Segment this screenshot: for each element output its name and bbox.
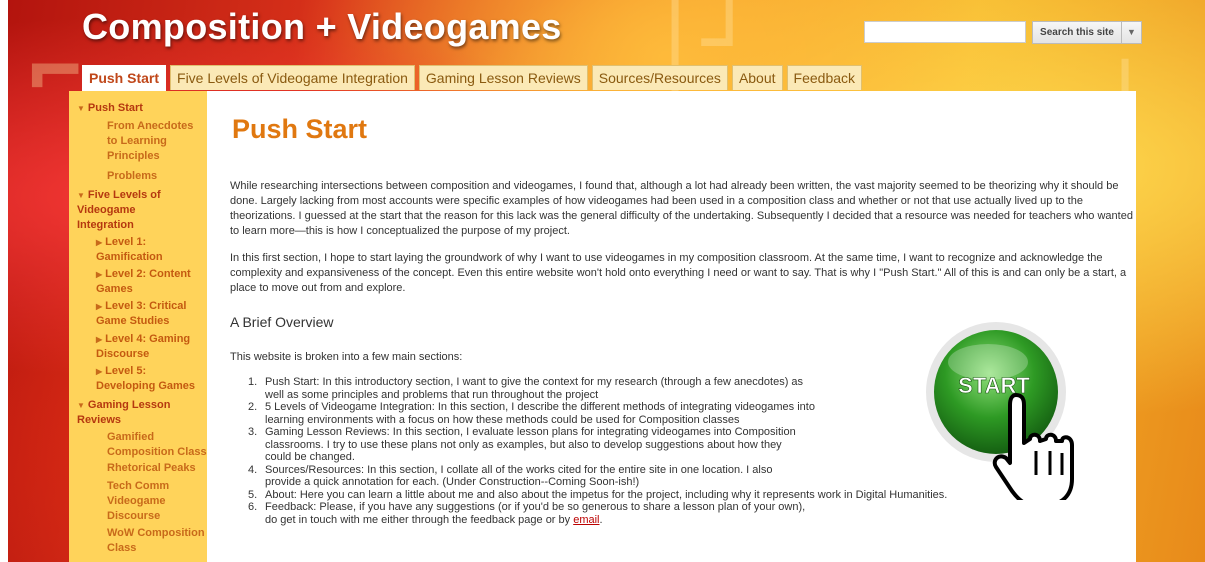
list-item: 2. 5 Levels of Videogame Integration: In … xyxy=(248,401,815,426)
sidebar-item-wow-composition[interactable]: WoW Composition Class xyxy=(107,526,207,556)
collapsed-triangle-icon: ▶ xyxy=(96,302,103,311)
search-options-dropdown[interactable]: ▼ xyxy=(1122,21,1142,44)
tab-feedback[interactable]: Feedback xyxy=(786,65,863,90)
sidebar-item-five-levels[interactable]: ▼ Five Levels of Videogame Integration xyxy=(77,188,169,233)
list-item: 6. Feedback: Please, if you have any sugg… xyxy=(248,501,806,526)
start-button-image: START xyxy=(926,320,1126,507)
sidebar-item-level-1[interactable]: ▶ Level 1: Gamification xyxy=(96,235,196,265)
tab-sources-resources[interactable]: Sources/Resources xyxy=(591,65,728,90)
site-title[interactable]: Composition + Videogames xyxy=(82,6,562,48)
section-heading: A Brief Overview xyxy=(230,314,334,330)
sidebar-item-level-4[interactable]: ▶ Level 4: Gaming Discourse xyxy=(96,332,196,362)
start-button-icon: START xyxy=(926,322,1074,507)
sidebar-item-push-start[interactable]: ▼ Push Start xyxy=(77,101,202,116)
list-item: 3. Gaming Lesson Reviews: In this section… xyxy=(248,426,796,463)
expanded-triangle-icon: ▼ xyxy=(77,191,85,200)
list-item: 5. About: Here you can learn a little abo… xyxy=(248,488,948,501)
page-title: Push Start xyxy=(232,114,368,144)
tab-push-start[interactable]: Push Start xyxy=(82,65,167,92)
collapsed-triangle-icon: ▶ xyxy=(96,367,103,376)
sidebar-item-gamified-composition[interactable]: Gamified Composition Class xyxy=(107,430,207,460)
sidebar-item-tech-comm[interactable]: Tech Comm Videogame Discourse xyxy=(107,479,187,524)
sidebar-item-problems[interactable]: Problems xyxy=(107,169,202,184)
second-paragraph: In this first section, I hope to start l… xyxy=(230,252,1127,294)
intro-paragraph: While researching intersections between … xyxy=(230,180,1133,237)
top-nav-tabs: Push Start Five Levels of Videogame Inte… xyxy=(82,65,863,92)
list-item: 1. Push Start: In this introductory secti… xyxy=(248,376,804,401)
collapsed-triangle-icon: ▶ xyxy=(96,335,103,344)
sidebar-item-level-3[interactable]: ▶ Level 3: Critical Game Studies xyxy=(96,299,196,329)
collapsed-triangle-icon: ▶ xyxy=(96,238,103,247)
sidebar-item-from-anecdotes[interactable]: From Anecdotes to Learning Principles xyxy=(107,119,202,164)
sidebar-item-gaming-lesson-reviews[interactable]: ▼ Gaming Lesson Reviews xyxy=(77,398,177,428)
tab-gaming-lesson-reviews[interactable]: Gaming Lesson Reviews xyxy=(418,65,588,90)
list-item: 4. Sources/Resources: In this section, I … xyxy=(248,463,773,489)
sidebar-item-rhetorical-peaks[interactable]: Rhetorical Peaks xyxy=(107,461,207,476)
collapsed-triangle-icon: ▶ xyxy=(96,270,103,279)
sidebar-item-level-2[interactable]: ▶ Level 2: Content Games xyxy=(96,267,196,297)
tab-about[interactable]: About xyxy=(731,65,783,90)
search-input[interactable] xyxy=(864,21,1026,43)
email-link[interactable]: email xyxy=(573,514,599,526)
sidebar-nav: ▼ Push Start From Anecdotes to Learning P… xyxy=(69,91,207,562)
search-button[interactable]: Search this site xyxy=(1032,21,1122,44)
expanded-triangle-icon: ▼ xyxy=(77,401,85,410)
sections-list: 1. Push Start: In this introductory secti… xyxy=(248,376,947,526)
sidebar-item-level-5[interactable]: ▶ Level 5: Developing Games xyxy=(96,364,204,394)
tab-five-levels[interactable]: Five Levels of Videogame Integration xyxy=(170,65,415,90)
expanded-triangle-icon: ▼ xyxy=(77,104,85,113)
chevron-down-icon: ▼ xyxy=(1127,27,1136,37)
